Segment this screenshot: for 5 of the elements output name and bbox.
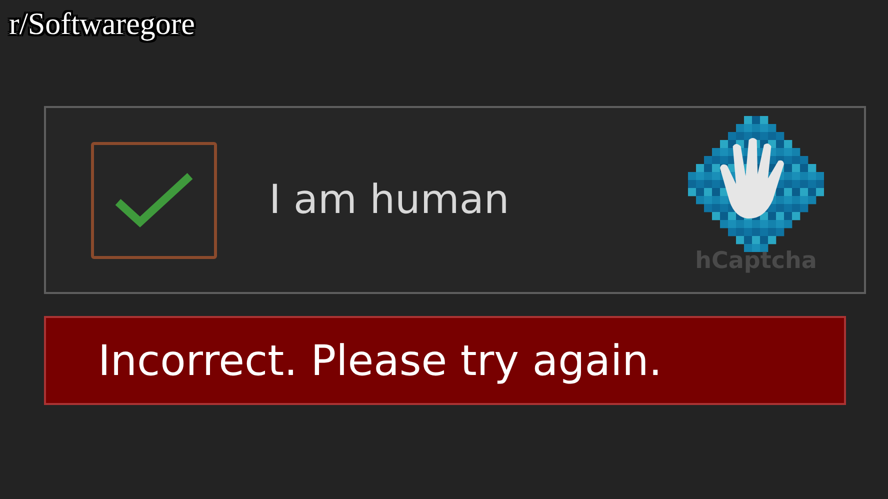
hand-logo-icon <box>688 116 824 252</box>
checkbox[interactable] <box>91 142 217 258</box>
error-message: Incorrect. Please try again. <box>44 316 846 405</box>
checkbox-label: I am human <box>269 177 510 223</box>
meme-caption: r/Softwaregore <box>9 6 195 42</box>
